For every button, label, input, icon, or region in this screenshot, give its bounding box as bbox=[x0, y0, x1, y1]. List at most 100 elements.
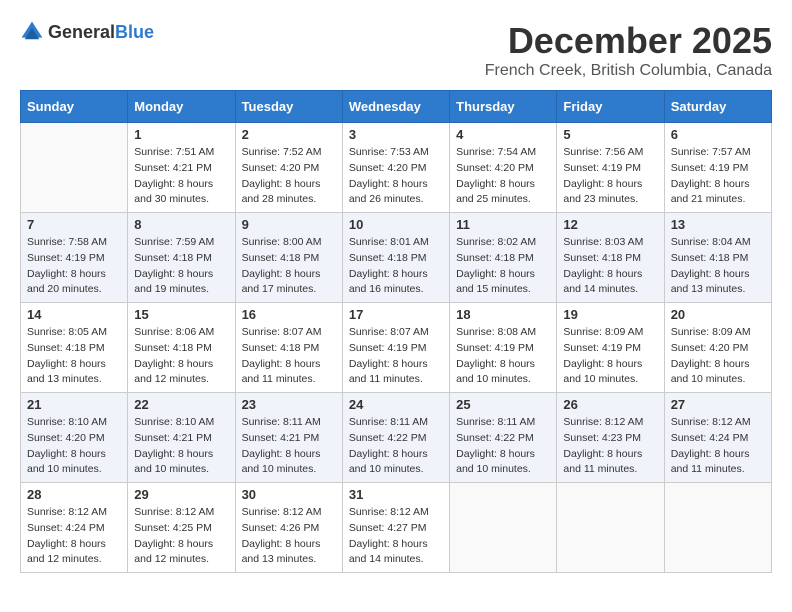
day-number: 16 bbox=[242, 307, 336, 322]
calendar-day-cell: 13 Sunrise: 8:04 AMSunset: 4:18 PMDayligh… bbox=[664, 213, 771, 303]
day-info: Sunrise: 8:09 AMSunset: 4:19 PMDaylight:… bbox=[563, 325, 657, 388]
calendar-day-cell: 20 Sunrise: 8:09 AMSunset: 4:20 PMDayligh… bbox=[664, 303, 771, 393]
calendar-day-cell: 28 Sunrise: 8:12 AMSunset: 4:24 PMDayligh… bbox=[21, 483, 128, 573]
day-info: Sunrise: 7:58 AMSunset: 4:19 PMDaylight:… bbox=[27, 235, 121, 298]
calendar-day-cell: 12 Sunrise: 8:03 AMSunset: 4:18 PMDayligh… bbox=[557, 213, 664, 303]
day-info: Sunrise: 8:02 AMSunset: 4:18 PMDaylight:… bbox=[456, 235, 550, 298]
day-number: 19 bbox=[563, 307, 657, 322]
day-info: Sunrise: 8:07 AMSunset: 4:19 PMDaylight:… bbox=[349, 325, 443, 388]
day-info: Sunrise: 8:01 AMSunset: 4:18 PMDaylight:… bbox=[349, 235, 443, 298]
day-info: Sunrise: 7:51 AMSunset: 4:21 PMDaylight:… bbox=[134, 145, 228, 208]
day-info: Sunrise: 8:12 AMSunset: 4:26 PMDaylight:… bbox=[242, 505, 336, 568]
day-number: 8 bbox=[134, 217, 228, 232]
logo-general: General bbox=[48, 22, 115, 42]
day-info: Sunrise: 8:11 AMSunset: 4:22 PMDaylight:… bbox=[456, 415, 550, 478]
calendar-day-cell: 19 Sunrise: 8:09 AMSunset: 4:19 PMDayligh… bbox=[557, 303, 664, 393]
day-info: Sunrise: 7:53 AMSunset: 4:20 PMDaylight:… bbox=[349, 145, 443, 208]
day-info: Sunrise: 8:00 AMSunset: 4:18 PMDaylight:… bbox=[242, 235, 336, 298]
calendar-day-cell: 4 Sunrise: 7:54 AMSunset: 4:20 PMDaylight… bbox=[450, 123, 557, 213]
day-number: 14 bbox=[27, 307, 121, 322]
day-info: Sunrise: 8:03 AMSunset: 4:18 PMDaylight:… bbox=[563, 235, 657, 298]
page-header: GeneralBlue December 2025 French Creek, … bbox=[20, 20, 772, 80]
day-info: Sunrise: 8:10 AMSunset: 4:20 PMDaylight:… bbox=[27, 415, 121, 478]
weekday-header: Friday bbox=[557, 91, 664, 123]
calendar-day-cell: 11Sunrise: 8:02 AMSunset: 4:18 PMDayligh… bbox=[450, 213, 557, 303]
calendar-table: SundayMondayTuesdayWednesdayThursdayFrid… bbox=[20, 90, 772, 573]
weekday-header: Wednesday bbox=[342, 91, 449, 123]
day-info: Sunrise: 7:56 AMSunset: 4:19 PMDaylight:… bbox=[563, 145, 657, 208]
calendar-day-cell: 24Sunrise: 8:11 AMSunset: 4:22 PMDayligh… bbox=[342, 393, 449, 483]
calendar-day-cell: 9 Sunrise: 8:00 AMSunset: 4:18 PMDaylight… bbox=[235, 213, 342, 303]
calendar-day-cell: 5 Sunrise: 7:56 AMSunset: 4:19 PMDaylight… bbox=[557, 123, 664, 213]
calendar-day-cell bbox=[21, 123, 128, 213]
month-title: December 2025 bbox=[485, 20, 772, 62]
calendar-day-cell: 18 Sunrise: 8:08 AMSunset: 4:19 PMDayligh… bbox=[450, 303, 557, 393]
day-info: Sunrise: 8:05 AMSunset: 4:18 PMDaylight:… bbox=[27, 325, 121, 388]
day-number: 25 bbox=[456, 397, 550, 412]
day-number: 1 bbox=[134, 127, 228, 142]
calendar-day-cell: 23Sunrise: 8:11 AMSunset: 4:21 PMDayligh… bbox=[235, 393, 342, 483]
day-info: Sunrise: 8:12 AMSunset: 4:24 PMDaylight:… bbox=[27, 505, 121, 568]
day-number: 30 bbox=[242, 487, 336, 502]
day-info: Sunrise: 7:59 AMSunset: 4:18 PMDaylight:… bbox=[134, 235, 228, 298]
calendar-day-cell: 29Sunrise: 8:12 AMSunset: 4:25 PMDayligh… bbox=[128, 483, 235, 573]
calendar-day-cell: 21Sunrise: 8:10 AMSunset: 4:20 PMDayligh… bbox=[21, 393, 128, 483]
calendar-week-row: 7 Sunrise: 7:58 AMSunset: 4:19 PMDaylight… bbox=[21, 213, 772, 303]
calendar-day-cell: 1 Sunrise: 7:51 AMSunset: 4:21 PMDaylight… bbox=[128, 123, 235, 213]
calendar-day-cell: 15Sunrise: 8:06 AMSunset: 4:18 PMDayligh… bbox=[128, 303, 235, 393]
calendar-day-cell: 6 Sunrise: 7:57 AMSunset: 4:19 PMDaylight… bbox=[664, 123, 771, 213]
day-number: 26 bbox=[563, 397, 657, 412]
day-number: 2 bbox=[242, 127, 336, 142]
calendar-day-cell: 14 Sunrise: 8:05 AMSunset: 4:18 PMDayligh… bbox=[21, 303, 128, 393]
calendar-day-cell: 10Sunrise: 8:01 AMSunset: 4:18 PMDayligh… bbox=[342, 213, 449, 303]
day-info: Sunrise: 8:04 AMSunset: 4:18 PMDaylight:… bbox=[671, 235, 765, 298]
day-number: 28 bbox=[27, 487, 121, 502]
calendar-day-cell: 17 Sunrise: 8:07 AMSunset: 4:19 PMDayligh… bbox=[342, 303, 449, 393]
day-number: 9 bbox=[242, 217, 336, 232]
day-number: 4 bbox=[456, 127, 550, 142]
day-number: 23 bbox=[242, 397, 336, 412]
calendar-header-row: SundayMondayTuesdayWednesdayThursdayFrid… bbox=[21, 91, 772, 123]
logo: GeneralBlue bbox=[20, 20, 154, 44]
day-info: Sunrise: 8:12 AMSunset: 4:23 PMDaylight:… bbox=[563, 415, 657, 478]
day-number: 27 bbox=[671, 397, 765, 412]
weekday-header: Sunday bbox=[21, 91, 128, 123]
day-number: 18 bbox=[456, 307, 550, 322]
day-info: Sunrise: 8:12 AMSunset: 4:27 PMDaylight:… bbox=[349, 505, 443, 568]
calendar-week-row: 21Sunrise: 8:10 AMSunset: 4:20 PMDayligh… bbox=[21, 393, 772, 483]
logo-blue: Blue bbox=[115, 22, 154, 42]
day-number: 20 bbox=[671, 307, 765, 322]
day-number: 17 bbox=[349, 307, 443, 322]
calendar-day-cell: 3 Sunrise: 7:53 AMSunset: 4:20 PMDaylight… bbox=[342, 123, 449, 213]
day-number: 15 bbox=[134, 307, 228, 322]
day-info: Sunrise: 8:09 AMSunset: 4:20 PMDaylight:… bbox=[671, 325, 765, 388]
title-area: December 2025 French Creek, British Colu… bbox=[485, 20, 772, 80]
day-number: 31 bbox=[349, 487, 443, 502]
day-number: 3 bbox=[349, 127, 443, 142]
calendar-week-row: 1 Sunrise: 7:51 AMSunset: 4:21 PMDaylight… bbox=[21, 123, 772, 213]
calendar-day-cell bbox=[664, 483, 771, 573]
day-number: 13 bbox=[671, 217, 765, 232]
day-number: 12 bbox=[563, 217, 657, 232]
day-number: 22 bbox=[134, 397, 228, 412]
day-info: Sunrise: 8:08 AMSunset: 4:19 PMDaylight:… bbox=[456, 325, 550, 388]
day-info: Sunrise: 7:57 AMSunset: 4:19 PMDaylight:… bbox=[671, 145, 765, 208]
calendar-day-cell: 16Sunrise: 8:07 AMSunset: 4:18 PMDayligh… bbox=[235, 303, 342, 393]
day-number: 7 bbox=[27, 217, 121, 232]
calendar-day-cell: 8 Sunrise: 7:59 AMSunset: 4:18 PMDaylight… bbox=[128, 213, 235, 303]
weekday-header: Monday bbox=[128, 91, 235, 123]
day-info: Sunrise: 8:12 AMSunset: 4:24 PMDaylight:… bbox=[671, 415, 765, 478]
calendar-day-cell bbox=[557, 483, 664, 573]
day-number: 6 bbox=[671, 127, 765, 142]
day-info: Sunrise: 7:54 AMSunset: 4:20 PMDaylight:… bbox=[456, 145, 550, 208]
calendar-week-row: 14 Sunrise: 8:05 AMSunset: 4:18 PMDayligh… bbox=[21, 303, 772, 393]
day-info: Sunrise: 8:12 AMSunset: 4:25 PMDaylight:… bbox=[134, 505, 228, 568]
location-title: French Creek, British Columbia, Canada bbox=[485, 62, 772, 80]
calendar-day-cell: 2Sunrise: 7:52 AMSunset: 4:20 PMDaylight… bbox=[235, 123, 342, 213]
calendar-day-cell: 7 Sunrise: 7:58 AMSunset: 4:19 PMDaylight… bbox=[21, 213, 128, 303]
day-number: 5 bbox=[563, 127, 657, 142]
calendar-day-cell: 30 Sunrise: 8:12 AMSunset: 4:26 PMDayligh… bbox=[235, 483, 342, 573]
weekday-header: Tuesday bbox=[235, 91, 342, 123]
logo-icon bbox=[20, 20, 44, 44]
calendar-day-cell: 26 Sunrise: 8:12 AMSunset: 4:23 PMDayligh… bbox=[557, 393, 664, 483]
